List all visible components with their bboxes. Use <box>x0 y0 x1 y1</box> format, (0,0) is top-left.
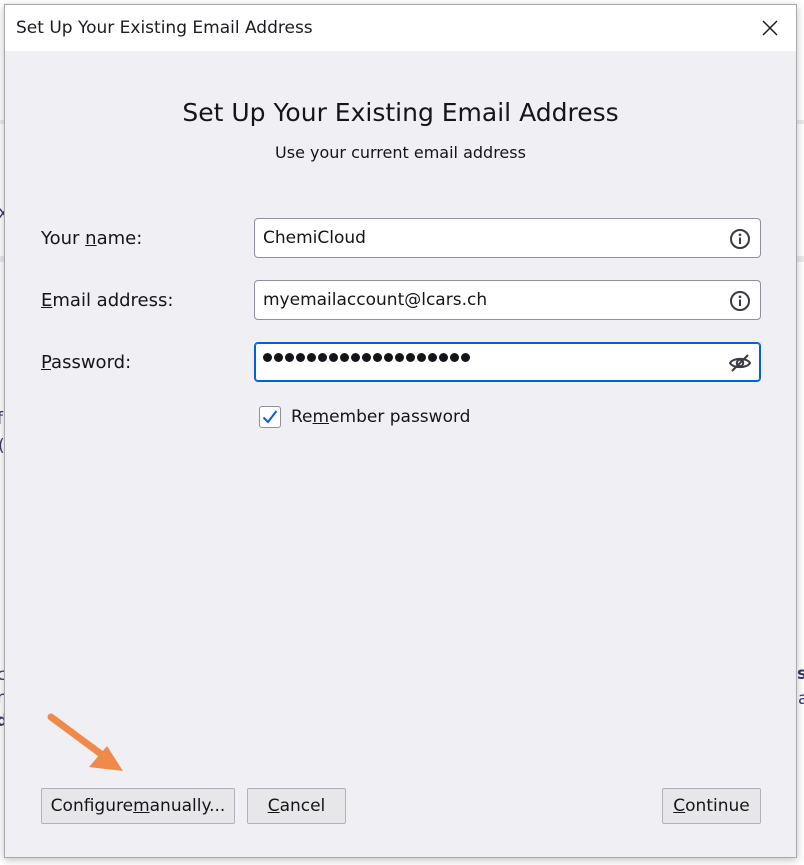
password-dot <box>318 353 327 362</box>
annotation-arrow <box>47 713 123 771</box>
password-dot <box>428 353 437 362</box>
background-text: f <box>0 409 3 429</box>
info-icon[interactable] <box>728 227 752 251</box>
password-input[interactable] <box>254 342 761 382</box>
password-dot <box>362 353 371 362</box>
password-dot <box>263 353 272 362</box>
eye-slash-icon[interactable] <box>728 351 752 375</box>
dialog-title: Set Up Your Existing Email Address <box>16 18 313 38</box>
password-dot <box>384 353 393 362</box>
password-label: Password: <box>41 352 132 373</box>
remember-password-label[interactable]: Remember password <box>291 407 470 427</box>
dialog-titlebar: Set Up Your Existing Email Address <box>5 5 796 51</box>
page-title: Set Up Your Existing Email Address <box>182 98 619 127</box>
password-dot <box>417 353 426 362</box>
password-dot <box>439 353 448 362</box>
email-input[interactable]: myemailaccount@lcars.ch <box>254 280 761 320</box>
continue-button[interactable]: Continue <box>662 788 761 824</box>
close-icon <box>762 20 778 36</box>
configure-manually-button[interactable]: Configure m anually... <box>41 788 235 824</box>
account-setup-dialog: Set Up Your Existing Email Address Set U… <box>4 4 797 858</box>
name-label: Your name: <box>41 228 143 249</box>
password-dot <box>329 353 338 362</box>
password-dot <box>296 353 305 362</box>
remember-password-row: Remember password <box>259 406 470 428</box>
remember-password-checkbox[interactable] <box>259 406 281 428</box>
name-value: ChemiCloud <box>263 228 366 248</box>
password-dot <box>274 353 283 362</box>
email-value: myemailaccount@lcars.ch <box>263 290 488 310</box>
password-dot <box>461 353 470 362</box>
close-button[interactable] <box>752 12 788 44</box>
password-dot <box>285 353 294 362</box>
password-dot <box>340 353 349 362</box>
password-dot <box>307 353 316 362</box>
info-icon[interactable] <box>728 289 752 313</box>
background-text: s <box>797 664 804 684</box>
password-dot <box>373 353 382 362</box>
email-label: Email address: <box>41 290 174 311</box>
checkmark-icon <box>262 410 278 424</box>
password-dot <box>351 353 360 362</box>
password-dot <box>395 353 404 362</box>
password-masked-value <box>263 353 470 362</box>
name-input[interactable]: ChemiCloud <box>254 218 761 258</box>
cancel-button[interactable]: Cancel <box>247 788 346 824</box>
background-text: a <box>798 689 804 709</box>
page-subtitle: Use your current email address <box>275 143 526 162</box>
password-dot <box>406 353 415 362</box>
password-dot <box>450 353 459 362</box>
